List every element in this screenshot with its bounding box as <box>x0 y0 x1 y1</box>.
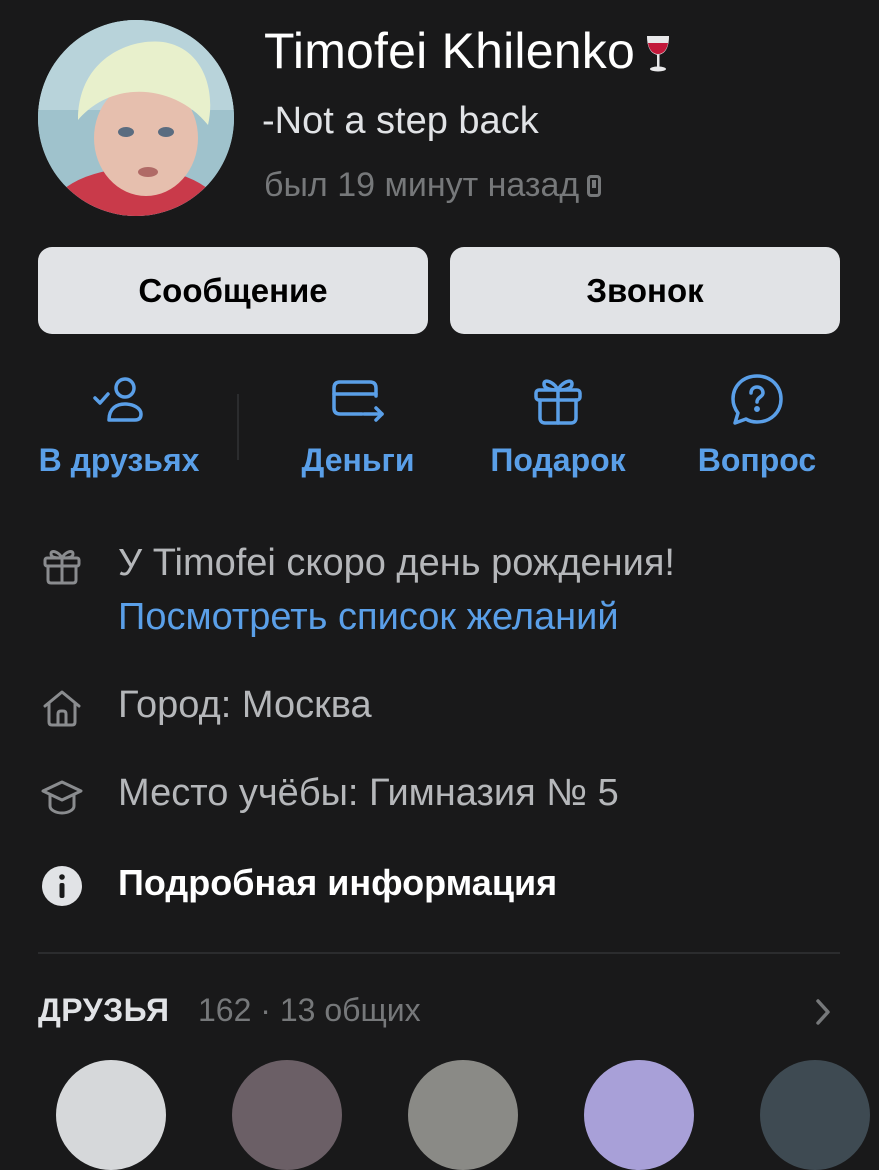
in-friends-action[interactable]: В друзьях <box>28 368 210 488</box>
home-icon <box>43 690 81 727</box>
money-action[interactable]: Деньги <box>284 368 432 488</box>
in-friends-label: В друзьях <box>38 442 200 478</box>
last-seen-text: был 19 минут назад <box>264 166 580 204</box>
section-divider <box>38 952 840 954</box>
friend-avatar[interactable] <box>408 1060 518 1170</box>
money-label: Деньги <box>301 442 415 478</box>
question-label: Вопрос <box>697 442 817 478</box>
message-button[interactable]: Сообщение <box>38 247 428 334</box>
profile-header: Timofei Khilenko -Not a step back был 19… <box>0 0 879 240</box>
money-transfer-icon <box>332 380 384 422</box>
friend-check-icon <box>93 377 143 422</box>
school-text: Место учёбы: Гимназия № 5 <box>118 772 619 814</box>
city-row: Город: Москва <box>0 682 879 736</box>
actions-row: В друзьях Деньги Подарок Вопрос <box>0 368 879 488</box>
city-text: Город: Москва <box>118 684 372 726</box>
birthday-row: У Timofei скоро день рождения! Посмотрет… <box>0 540 879 650</box>
profile-name: Timofei Khilenko <box>264 23 635 79</box>
profile-avatar[interactable] <box>38 20 234 216</box>
phone-icon <box>587 174 602 197</box>
friends-count: 162 · 13 общих <box>198 992 421 1028</box>
gift-icon <box>534 379 582 425</box>
friends-header[interactable]: ДРУЗЬЯ 162 · 13 общих <box>0 988 879 1038</box>
school-row: Место учёбы: Гимназия № 5 <box>0 770 879 824</box>
gift-label: Подарок <box>490 442 626 478</box>
profile-status: -Not a step back <box>262 100 539 142</box>
last-seen-row: был 19 минут назад <box>264 166 602 205</box>
details-text: Подробная информация <box>118 862 558 903</box>
wine-glass-icon <box>646 36 669 72</box>
friend-avatar[interactable] <box>232 1060 342 1170</box>
chevron-right-icon <box>816 999 830 1025</box>
birthday-text: У Timofei скоро день рождения! <box>118 542 675 584</box>
friend-avatar[interactable] <box>760 1060 870 1170</box>
gift-action[interactable]: Подарок <box>478 368 638 488</box>
question-action[interactable]: Вопрос <box>690 368 824 488</box>
question-bubble-icon <box>731 374 783 425</box>
graduation-cap-icon <box>41 780 83 815</box>
details-row[interactable]: Подробная информация <box>0 860 879 914</box>
wishlist-link[interactable]: Посмотреть список желаний <box>118 596 619 639</box>
info-icon <box>42 866 82 906</box>
action-divider <box>237 394 239 460</box>
friend-avatar[interactable] <box>584 1060 694 1170</box>
profile-name-row: Timofei Khilenko <box>264 22 673 80</box>
friends-title: ДРУЗЬЯ <box>38 992 170 1028</box>
call-button[interactable]: Звонок <box>450 247 840 334</box>
gift-icon <box>43 549 81 585</box>
friend-avatar[interactable] <box>56 1060 166 1170</box>
